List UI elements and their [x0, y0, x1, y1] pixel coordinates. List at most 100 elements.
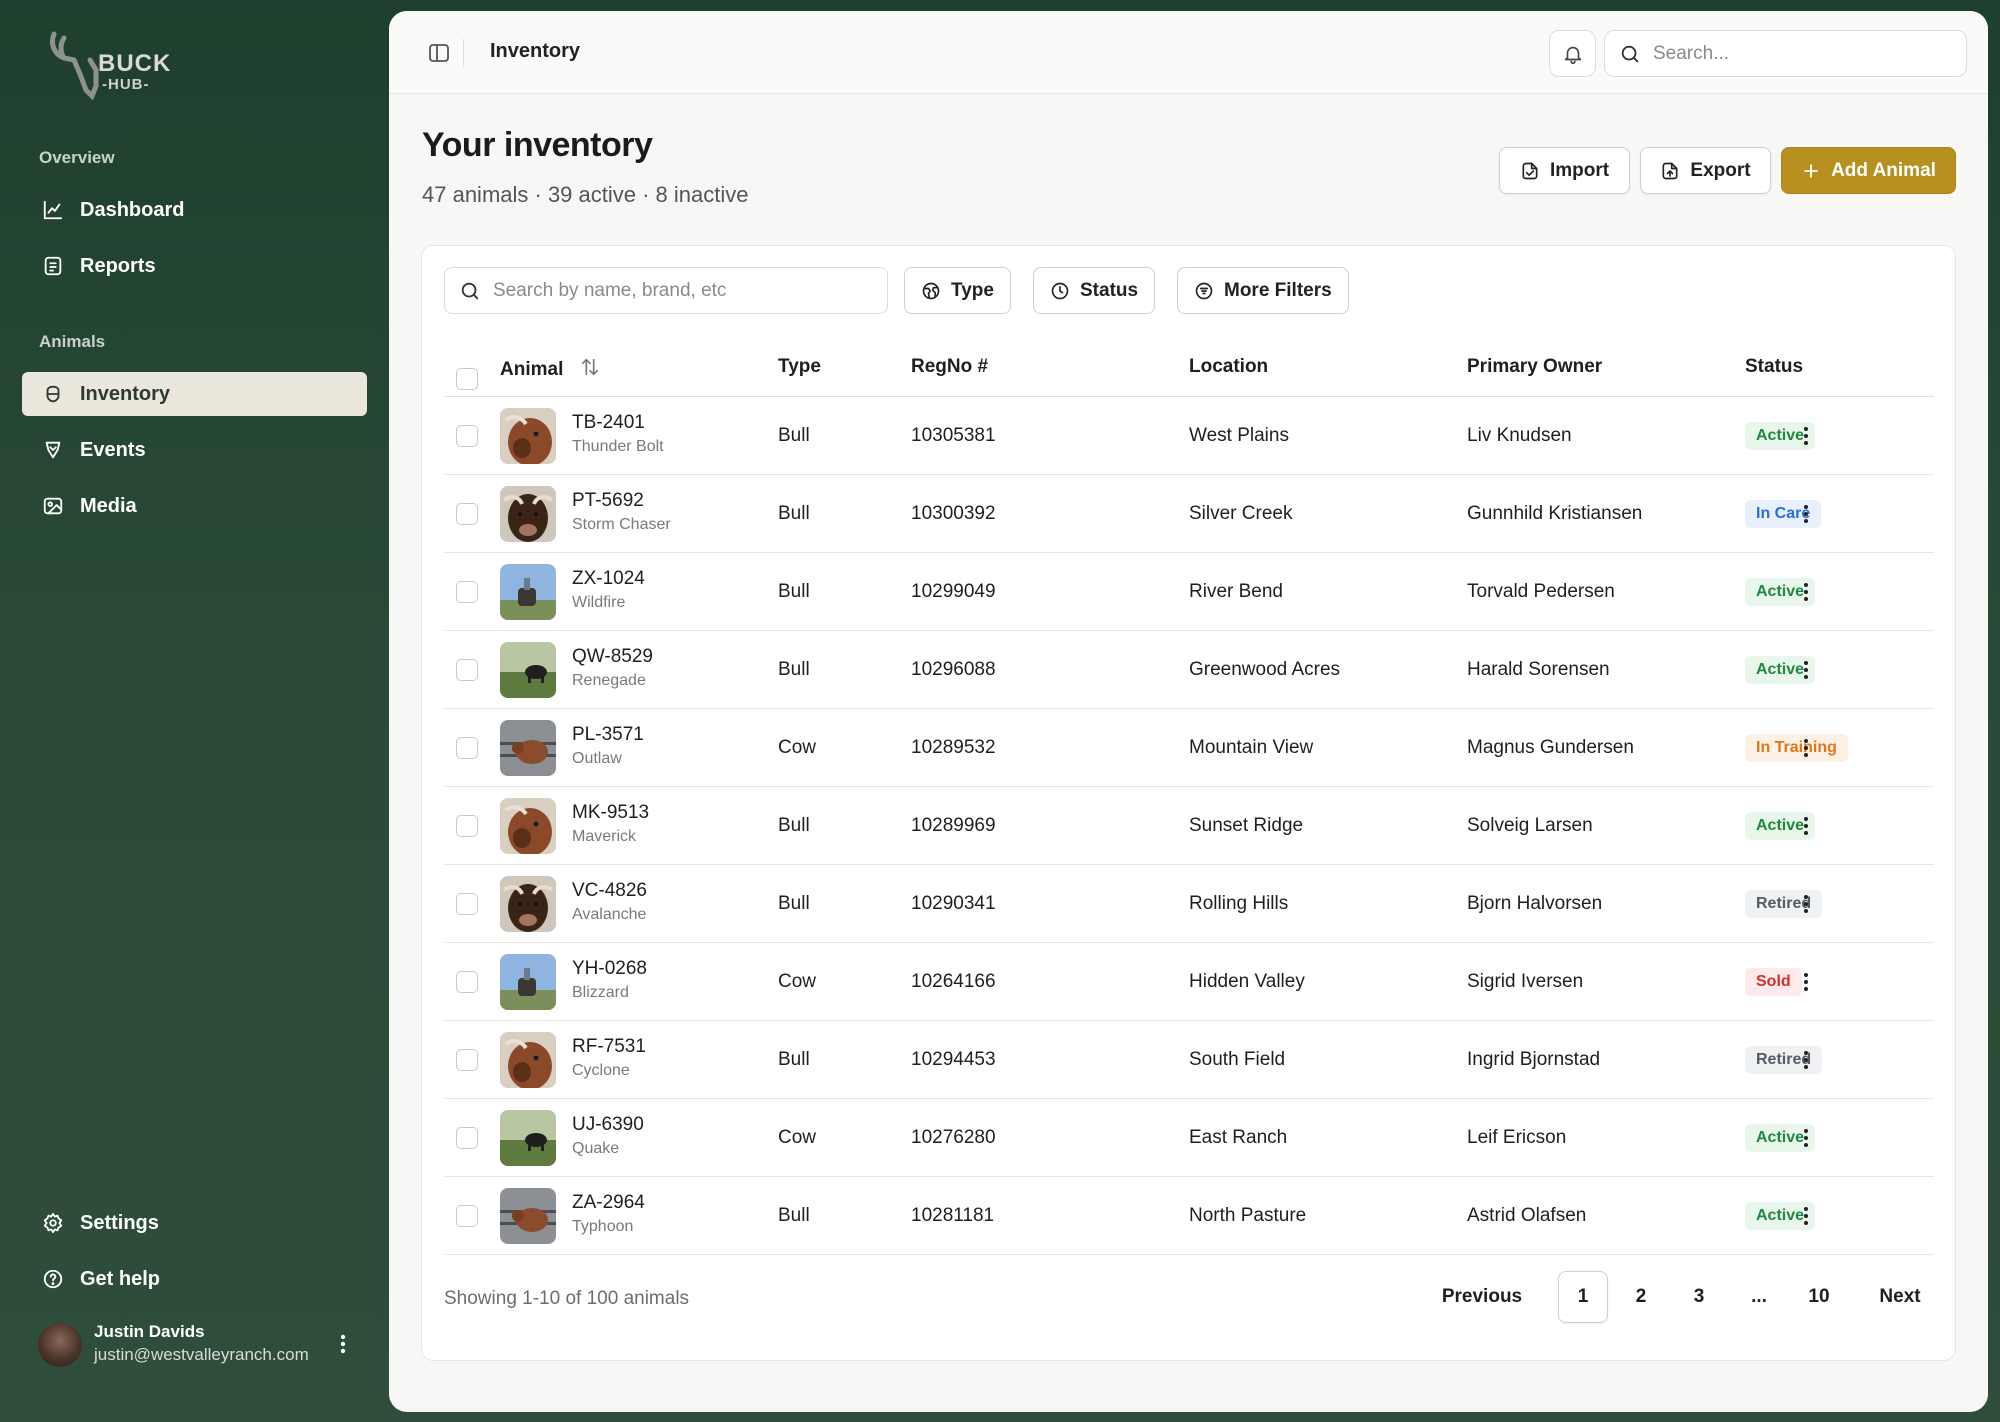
gear-icon [43, 1212, 63, 1234]
cell-location: River Bend [1189, 581, 1283, 602]
column-regno[interactable]: RegNo # [911, 356, 988, 378]
cell-regno: 10281181 [911, 1205, 995, 1226]
table-row[interactable]: QW-8529 Renegade Bull 10296088 Greenwood Acr… [444, 631, 1934, 709]
row-checkbox[interactable] [456, 425, 478, 447]
page-button-2[interactable]: 2 [1616, 1271, 1666, 1323]
import-icon [1522, 162, 1538, 179]
row-checkbox[interactable] [456, 503, 478, 525]
column-location[interactable]: Location [1189, 356, 1268, 378]
row-checkbox[interactable] [456, 581, 478, 603]
add-animal-button[interactable]: Add Animal [1781, 147, 1956, 194]
row-actions-kebab-icon[interactable] [1794, 892, 1818, 916]
row-actions-kebab-icon[interactable] [1794, 658, 1818, 682]
user-profile[interactable]: Justin Davids justin@westvalleyranch.com [38, 1318, 368, 1374]
row-actions-kebab-icon[interactable] [1794, 1126, 1818, 1150]
sidebar-item-media[interactable]: Media [22, 484, 367, 528]
cell-owner: Solveig Larsen [1467, 815, 1593, 836]
cell-regno: 10294453 [911, 1049, 996, 1070]
page-title: Your inventory [422, 126, 653, 164]
table-search[interactable] [444, 267, 888, 314]
global-search[interactable] [1604, 30, 1967, 77]
cell-location: North Pasture [1189, 1205, 1307, 1226]
sidebar-item-label: Inventory [80, 382, 171, 405]
cell-animal-name: Quake [572, 1140, 620, 1157]
import-button[interactable]: Import [1499, 147, 1630, 194]
table-row[interactable]: MK-9513 Maverick Bull 10289969 Sunset Ridge S… [444, 787, 1934, 865]
table-row[interactable]: RF-7531 Cyclone Bull 10294453 South Field Ing… [444, 1021, 1934, 1099]
table-search-input[interactable] [493, 279, 873, 302]
cell-owner: Ingrid Bjornstad [1467, 1049, 1601, 1070]
table-row[interactable]: VC-4826 Avalanche Bull 10290341 Rolling Hill… [444, 865, 1934, 943]
cell-owner: Harald Sorensen [1467, 659, 1610, 680]
sidebar-item-dashboard[interactable]: Dashboard [22, 188, 367, 232]
column-type[interactable]: Type [778, 356, 821, 378]
select-all-checkbox[interactable] [456, 368, 478, 390]
page-button-3[interactable]: 3 [1674, 1271, 1724, 1323]
status-filter-button[interactable]: Status [1033, 267, 1156, 314]
row-actions-kebab-icon[interactable] [1794, 736, 1818, 760]
more-filters-button[interactable]: More Filters [1177, 267, 1349, 314]
row-checkbox[interactable] [456, 1205, 478, 1227]
sidebar-item-inventory[interactable]: Inventory [22, 372, 367, 416]
row-actions-kebab-icon[interactable] [1794, 502, 1818, 526]
row-checkbox[interactable] [456, 971, 478, 993]
cow-icon [46, 385, 60, 403]
cell-regno: 10289969 [911, 815, 996, 836]
column-animal[interactable]: Animal [500, 356, 601, 381]
table-row[interactable]: UJ-6390 Quake Cow 10276280 East Ranch Leif Er… [444, 1099, 1934, 1177]
row-actions-kebab-icon[interactable] [1794, 1048, 1818, 1072]
next-page-button[interactable]: Next [1860, 1271, 1940, 1323]
cell-regno: 10289532 [911, 737, 996, 758]
brand-sub: -HUB- [102, 76, 150, 93]
cell-animal-id: UJ-6390 [572, 1114, 644, 1135]
globe-icon [922, 282, 940, 299]
export-label: Export [1690, 159, 1751, 181]
sidebar-item-settings[interactable]: Settings [22, 1201, 367, 1245]
cell-type: Bull [778, 581, 810, 602]
row-checkbox[interactable] [456, 1049, 478, 1071]
row-actions-kebab-icon[interactable] [1794, 424, 1818, 448]
sidebar-item-help[interactable]: Get help [22, 1257, 367, 1301]
export-button[interactable]: Export [1640, 147, 1771, 194]
row-checkbox[interactable] [456, 893, 478, 915]
table-row[interactable]: PT-5692 Storm Chaser Bull 10300392 Silver Cr… [444, 475, 1934, 553]
row-checkbox[interactable] [456, 1127, 478, 1149]
previous-page-button[interactable]: Previous [1422, 1271, 1542, 1323]
cell-animal-name: Storm Chaser [572, 516, 671, 533]
sort-icon[interactable] [579, 356, 601, 378]
chart-line-icon [43, 200, 63, 220]
row-actions-kebab-icon[interactable] [1794, 970, 1818, 994]
cell-animal-name: Wildfire [572, 594, 626, 611]
table-row[interactable]: YH-0268 Blizzard Cow 10264166 Hidden Valley S… [444, 943, 1934, 1021]
table-row[interactable]: PL-3571 Outlaw Cow 10289532 Mountain View Mag… [444, 709, 1934, 787]
type-filter-button[interactable]: Type [904, 267, 1011, 314]
row-checkbox[interactable] [456, 737, 478, 759]
sidebar-toggle-icon[interactable] [427, 41, 451, 65]
table-row[interactable]: ZA-2964 Typhoon Bull 10281181 North Pasture A… [444, 1177, 1934, 1255]
user-email: justin@westvalleyranch.com [94, 1345, 309, 1364]
notifications-button[interactable] [1549, 30, 1596, 77]
row-checkbox[interactable] [456, 815, 478, 837]
page-button-1[interactable]: 1 [1558, 1271, 1608, 1323]
page-button-10[interactable]: 10 [1794, 1271, 1844, 1323]
column-status[interactable]: Status [1745, 356, 1803, 378]
cell-animal-name: Maverick [572, 828, 637, 845]
column-owner[interactable]: Primary Owner [1467, 356, 1602, 378]
bell-icon [1564, 46, 1581, 64]
global-search-input[interactable] [1653, 42, 1933, 65]
cell-location: Mountain View [1189, 737, 1314, 758]
type-filter-label: Type [951, 279, 994, 301]
row-actions-kebab-icon[interactable] [1794, 1204, 1818, 1228]
row-actions-kebab-icon[interactable] [1794, 580, 1818, 604]
sidebar-item-events[interactable]: Events [22, 428, 367, 472]
row-checkbox[interactable] [456, 659, 478, 681]
cell-regno: 10296088 [911, 659, 996, 680]
cell-owner: Sigrid Iversen [1467, 971, 1584, 992]
page-ellipsis: ... [1751, 1286, 1767, 1307]
sidebar-item-label: Settings [80, 1211, 159, 1234]
sidebar-item-reports[interactable]: Reports [22, 244, 367, 288]
table-row[interactable]: TB-2401 Thunder Bolt Bull 10305381 West Plai… [444, 397, 1934, 475]
row-actions-kebab-icon[interactable] [1794, 814, 1818, 838]
table-row[interactable]: ZX-1024 Wildfire Bull 10299049 River Bend Tor… [444, 553, 1934, 631]
kebab-menu-icon[interactable] [338, 1332, 348, 1356]
